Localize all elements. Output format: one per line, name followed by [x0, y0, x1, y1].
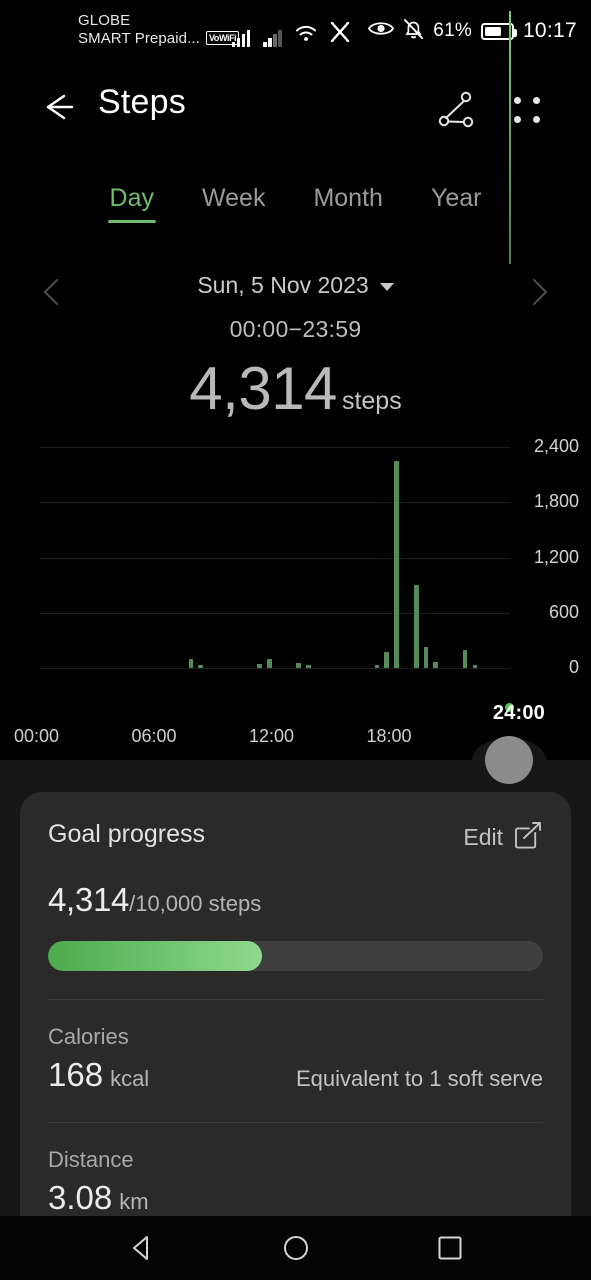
carrier-info: GLOBE SMART Prepaid... VoWiFi	[78, 12, 240, 49]
chart-x-tick-label: 00:00	[14, 726, 60, 746]
chart-bar	[472, 665, 478, 668]
steps-detail-screen: GLOBE SMART Prepaid... VoWiFi 61% 10:17 …	[0, 0, 591, 1280]
app-bar: Steps	[0, 62, 591, 152]
distance-label: Distance	[48, 1147, 134, 1172]
total-steps-value: 4,314	[189, 355, 337, 422]
time-range-label: 00:00−23:59	[229, 316, 362, 342]
eye-icon	[368, 20, 395, 42]
calories-equivalent-note: Equivalent to 1 soft serve	[295, 1066, 543, 1091]
period-tabs: Day Week Month Year	[0, 176, 591, 228]
chart-gridline	[40, 668, 510, 669]
selected-date-label: Sun, 5 Nov 2023	[197, 272, 369, 298]
signal-strength-icon-sim2	[263, 29, 282, 47]
notifications-muted-icon	[403, 18, 424, 45]
menu-dot	[533, 97, 540, 104]
battery-percent-label: 61%	[433, 20, 472, 41]
chart-scrubber-handle[interactable]	[485, 736, 533, 784]
distance-value: 3.08	[48, 1179, 113, 1216]
goal-target-value: /10,000 steps	[129, 891, 262, 916]
nav-recents-button[interactable]	[427, 1225, 473, 1271]
chart-bar	[257, 663, 262, 668]
calories-row: Calories 168 kcal Equivalent to 1 soft s…	[48, 1024, 543, 1094]
goal-current-value: 4,314	[48, 881, 130, 918]
chart-bar	[462, 649, 468, 668]
calories-unit: kcal	[110, 1066, 150, 1091]
chart-x-tick-label: 06:00	[131, 726, 177, 746]
chart-x-tick-label: 12:00	[249, 726, 295, 746]
tab-year[interactable]: Year	[425, 182, 488, 223]
edit-square-icon	[513, 820, 543, 855]
chart-bar	[384, 652, 390, 668]
chart-y-tick-label: 2,400	[533, 436, 579, 456]
x-app-icon	[330, 21, 350, 47]
card-divider	[48, 1122, 543, 1123]
android-navigation-bar	[0, 1216, 591, 1280]
chart-x-tick-label: 18:00	[366, 726, 412, 746]
chart-y-tick-label: 0	[568, 657, 579, 677]
caret-down-icon	[379, 283, 394, 291]
chart-y-tick-label: 1,800	[533, 491, 579, 512]
calories-label: Calories	[48, 1024, 129, 1049]
chart-plot-area	[40, 447, 510, 668]
card-divider	[48, 999, 543, 1000]
edit-goal-button[interactable]: Edit	[463, 820, 543, 855]
share-button[interactable]	[435, 88, 479, 132]
chart-y-tick-label: 1,200	[533, 546, 579, 567]
nav-home-button[interactable]	[273, 1225, 319, 1271]
chart-bar	[433, 662, 439, 668]
next-day-button[interactable]	[518, 272, 558, 312]
chart-bar	[188, 659, 194, 668]
steps-bar-chart[interactable]: 0 600 1,200 1,800 2,400	[0, 436, 591, 746]
menu-dot	[514, 116, 521, 123]
distance-row: Distance 3.08 km	[48, 1147, 543, 1217]
calories-value: 168	[48, 1056, 104, 1093]
date-picker-button[interactable]: Sun, 5 Nov 2023	[0, 272, 591, 299]
wifi-icon	[295, 24, 317, 47]
goal-progress-bar	[48, 941, 543, 971]
edit-goal-label: Edit	[463, 824, 503, 850]
carrier-primary-label: GLOBE	[78, 12, 131, 29]
menu-dot	[514, 97, 521, 104]
chart-bar	[423, 646, 429, 668]
signal-strength-icon-sim1	[232, 29, 251, 47]
chart-y-tick-label: 600	[548, 601, 579, 622]
tab-week[interactable]: Week	[196, 182, 271, 223]
carrier-secondary-label: SMART Prepaid...	[78, 30, 200, 48]
chart-bar	[413, 585, 419, 668]
tab-day[interactable]: Day	[104, 182, 160, 223]
distance-unit: km	[119, 1189, 149, 1214]
chart-bar	[266, 658, 272, 668]
nav-back-button[interactable]	[119, 1225, 165, 1271]
chart-bar	[296, 663, 302, 668]
chart-cursor-time-label: 24:00	[492, 702, 545, 724]
more-options-button[interactable]	[507, 90, 547, 130]
goal-steps-metric: 4,314/10,000 steps	[48, 881, 543, 919]
status-bar: GLOBE SMART Prepaid... VoWiFi 61% 10:17	[0, 0, 591, 62]
chart-bar	[394, 460, 399, 668]
goal-progress-title: Goal progress	[48, 820, 206, 848]
total-steps-unit: steps	[341, 387, 402, 415]
chart-bar	[374, 665, 380, 668]
total-steps: 4,314 steps	[0, 354, 591, 423]
chart-bar	[306, 665, 311, 668]
menu-dot	[533, 116, 540, 123]
back-button[interactable]	[38, 86, 80, 128]
clock-label: 10:17	[522, 19, 577, 42]
chart-time-cursor-line	[509, 11, 511, 264]
goal-progress-card: Goal progress Edit 4,314/10,000 steps Ca…	[20, 792, 571, 1251]
details-panel: Goal progress Edit 4,314/10,000 steps Ca…	[0, 736, 591, 1251]
tab-month[interactable]: Month	[307, 182, 388, 223]
date-navigator: Sun, 5 Nov 2023	[0, 266, 591, 316]
goal-progress-fill	[48, 941, 262, 971]
chart-bar	[198, 665, 204, 668]
page-title: Steps	[98, 83, 186, 121]
